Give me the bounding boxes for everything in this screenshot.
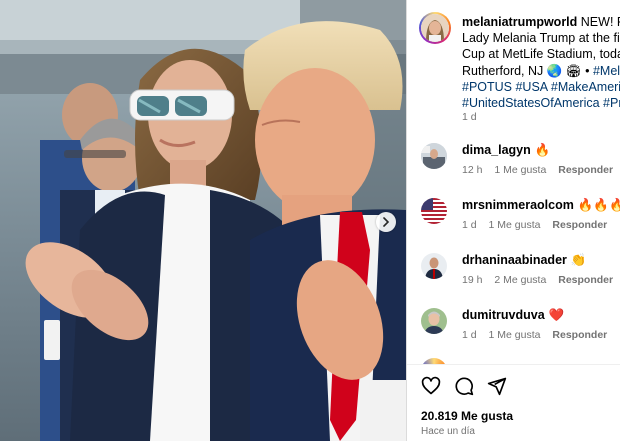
- like-count[interactable]: 20.819 Me gusta: [421, 409, 513, 423]
- caption-line-1: NEW! Pres: [580, 15, 620, 29]
- caption-username[interactable]: melaniatrumpworld: [462, 15, 577, 29]
- comment-bubble-icon: [455, 377, 474, 396]
- reply-button[interactable]: Responder: [558, 274, 613, 286]
- post-caption: melaniatrumpworld NEW! Pres Lady Melania…: [462, 14, 620, 111]
- caption-hashtag-melania[interactable]: #Melani: [593, 64, 620, 78]
- comment-time: 1 d: [462, 219, 477, 231]
- author-avatar-image: [421, 14, 449, 42]
- caption-hashtags-1[interactable]: #POTUS #USA #MakeAmericaG: [462, 79, 620, 95]
- post-photo[interactable]: [0, 0, 406, 441]
- avatar-office-image: [421, 143, 447, 169]
- caption-line-2: Lady Melania Trump at the fina: [462, 31, 620, 46]
- commenter-avatar[interactable]: [421, 143, 447, 169]
- comment-item: drhaninaabinader 👏 19 h 2 Me gusta Respon…: [407, 253, 620, 293]
- comment-text: 🔥🔥🔥🔥: [577, 198, 620, 212]
- comment-time: 19 h: [462, 274, 483, 286]
- author-avatar[interactable]: [419, 12, 451, 44]
- reply-button[interactable]: Responder: [552, 219, 607, 231]
- caption-hashtags-2[interactable]: #UnitedStatesOfAmerica #Pres: [462, 95, 620, 111]
- comment-text: 🔥: [534, 143, 551, 157]
- caption-line-3: Cup at MetLife Stadium, today: [462, 47, 620, 62]
- paper-plane-icon: [487, 377, 507, 396]
- post-footer: 20.819 Me gusta Hace un día: [407, 365, 620, 441]
- commenter-avatar[interactable]: [421, 308, 447, 334]
- commenter-avatar[interactable]: [421, 198, 447, 224]
- comment-likes[interactable]: 1 Me gusta: [489, 329, 541, 341]
- comment-username[interactable]: dima_lagyn: [462, 143, 531, 157]
- avatar-suit-image: [421, 253, 447, 279]
- comment-likes[interactable]: 1 Me gusta: [494, 164, 546, 176]
- comment-likes[interactable]: 2 Me gusta: [494, 274, 546, 286]
- comment-username[interactable]: drhaninaabinader: [462, 253, 567, 267]
- reply-button[interactable]: Responder: [552, 329, 607, 341]
- caption-line-4: Rutherford, NJ 🌏 🏟 •: [462, 63, 593, 78]
- comment-text: 👏: [570, 253, 587, 267]
- share-button[interactable]: [487, 376, 507, 401]
- commenter-avatar[interactable]: [421, 253, 447, 279]
- comment-time: 1 d: [462, 329, 477, 341]
- comment-time: 12 h: [462, 164, 483, 176]
- avatar-us-flag-image: [421, 198, 447, 224]
- comment-item: mrsnimmeraolcom🔥🔥🔥🔥 1 d 1 Me gusta Respo…: [407, 198, 620, 238]
- heart-icon: [421, 376, 441, 395]
- comment-item: dumitruvduva ❤️ 1 d 1 Me gusta Responder: [407, 308, 620, 348]
- post-timestamp: 1 d: [462, 111, 477, 123]
- like-button[interactable]: [421, 376, 441, 401]
- post-date: Hace un día: [421, 426, 475, 437]
- comment-username[interactable]: mrsnimmeraolcom: [462, 198, 574, 212]
- carousel-next-button[interactable]: [376, 212, 396, 232]
- avatar-portrait-image: [421, 308, 447, 334]
- comment-username[interactable]: dumitruvduva: [462, 308, 545, 322]
- reply-button[interactable]: Responder: [558, 164, 613, 176]
- photo-illustration: [0, 0, 406, 441]
- comment-button[interactable]: [454, 376, 474, 401]
- post-side-panel: melaniatrumpworld NEW! Pres Lady Melania…: [406, 0, 620, 441]
- comment-likes[interactable]: 1 Me gusta: [489, 219, 541, 231]
- chevron-right-icon: [383, 217, 390, 227]
- comment-item: dima_lagyn 🔥 12 h 1 Me gusta Responder: [407, 143, 620, 183]
- comment-text: ❤️: [548, 308, 565, 322]
